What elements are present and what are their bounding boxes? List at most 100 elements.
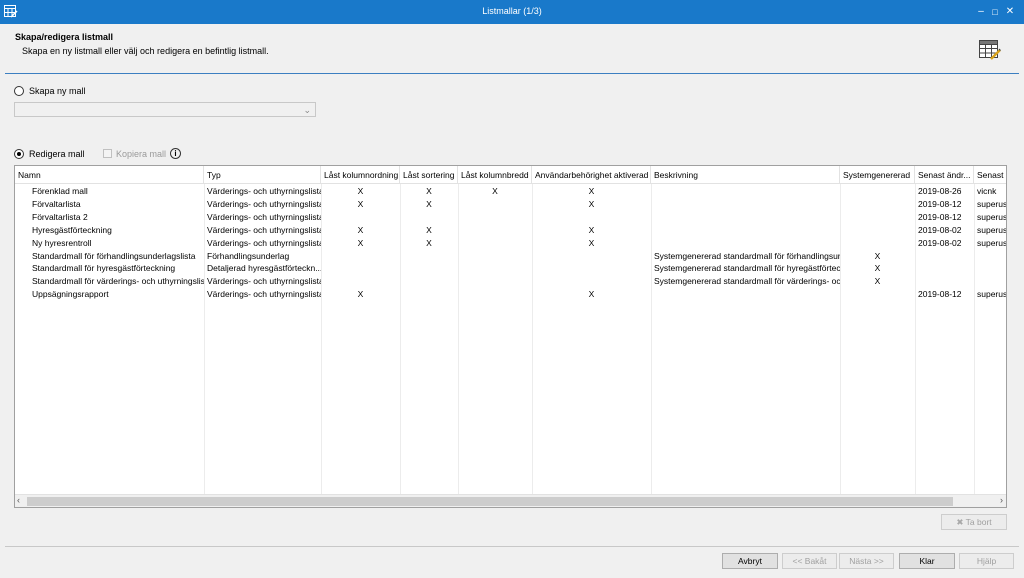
cell-locked-order bbox=[321, 262, 400, 275]
copy-template-checkbox[interactable] bbox=[103, 149, 112, 158]
finish-button[interactable]: Klar bbox=[899, 553, 955, 569]
table-row[interactable]: Standardmall för hyresgästförteckning Det… bbox=[15, 262, 1006, 275]
cell-locked-order bbox=[321, 275, 400, 288]
column-header-system-generated[interactable]: Systemgenererad bbox=[840, 166, 915, 184]
help-button[interactable]: Hjälp bbox=[959, 553, 1014, 569]
cell-user-permission bbox=[532, 211, 651, 224]
template-grid[interactable]: Namn Typ Låst kolumnordning Låst sorteri… bbox=[14, 165, 1007, 508]
create-new-label[interactable]: Skapa ny mall bbox=[29, 86, 86, 96]
cell-locked-width bbox=[458, 288, 532, 301]
cell-system-generated bbox=[840, 211, 915, 224]
cell-last-changed-by: vicnk bbox=[977, 186, 997, 196]
cell-locked-sort: X bbox=[426, 186, 432, 196]
scroll-left-icon[interactable]: ‹ bbox=[17, 495, 20, 505]
cell-name: Uppsägningsrapport bbox=[32, 289, 109, 300]
column-header-locked-sort[interactable]: Låst sortering bbox=[400, 166, 458, 184]
edit-template-label[interactable]: Redigera mall bbox=[29, 149, 85, 159]
cell-description bbox=[651, 237, 840, 250]
cell-locked-sort bbox=[400, 250, 458, 263]
cell-description bbox=[651, 224, 840, 237]
cell-locked-sort: X bbox=[426, 237, 432, 248]
copy-template-label[interactable]: Kopiera mall bbox=[116, 149, 166, 159]
cell-last-changed: 2019-08-12 bbox=[918, 198, 962, 209]
cell-user-permission bbox=[532, 250, 651, 263]
template-combo[interactable]: ⌄ bbox=[14, 102, 316, 117]
column-header-last-changed[interactable]: Senast ändr... bbox=[915, 166, 974, 184]
cell-user-permission bbox=[532, 262, 651, 275]
cell-last-changed-by: superuse bbox=[977, 237, 1007, 248]
column-header-description[interactable]: Beskrivning bbox=[651, 166, 840, 184]
table-row[interactable]: Uppsägningsrapport Värderings- och uthyrn… bbox=[15, 288, 1006, 301]
cell-system-generated: X bbox=[874, 250, 881, 261]
chevron-down-icon[interactable]: ⌄ bbox=[303, 105, 311, 116]
cell-locked-width bbox=[458, 275, 532, 288]
column-header-user-permission[interactable]: Användarbehörighet aktiverad bbox=[532, 166, 651, 184]
delete-button[interactable]: ✖ Ta bort bbox=[941, 514, 1007, 530]
table-row[interactable]: Hyresgästförteckning Värderings- och uthy… bbox=[15, 224, 1007, 237]
grid-header: Namn Typ Låst kolumnordning Låst sorteri… bbox=[15, 166, 1006, 184]
scrollbar-thumb[interactable] bbox=[27, 497, 953, 506]
cell-user-permission: X bbox=[588, 237, 595, 248]
back-button[interactable]: << Bakåt bbox=[782, 553, 837, 569]
table-row[interactable]: Förenklad mall Värderings- och uthyrnings… bbox=[15, 185, 1006, 198]
scroll-right-icon[interactable]: › bbox=[1000, 495, 1003, 505]
cancel-button[interactable]: Avbryt bbox=[722, 553, 778, 569]
cell-last-changed-by: superuse bbox=[977, 198, 1007, 209]
cell-last-changed: 2019-08-12 bbox=[918, 211, 962, 222]
cell-last-changed: 2019-08-02 bbox=[918, 237, 962, 248]
cell-last-changed bbox=[915, 250, 974, 263]
cell-locked-width bbox=[458, 211, 532, 224]
column-header-name[interactable]: Namn bbox=[15, 166, 204, 184]
cell-locked-sort bbox=[400, 211, 458, 224]
cell-name: Standardmall för förhandlingsunderlagsli… bbox=[32, 250, 196, 261]
column-header-last-changed-by[interactable]: Senast ä bbox=[974, 166, 1006, 184]
table-row[interactable]: Standardmall för förhandlingsunderlagsli… bbox=[15, 250, 1006, 263]
cell-locked-sort: X bbox=[426, 198, 432, 209]
info-icon[interactable]: i bbox=[170, 148, 181, 159]
table-row[interactable]: Förvaltarlista 2 Värderings- och uthyrnin… bbox=[15, 211, 1006, 224]
cell-description: Systemgenererad standardmall för hyregäs… bbox=[654, 263, 840, 274]
minimize-button[interactable]: – bbox=[974, 4, 988, 20]
maximize-button[interactable]: □ bbox=[988, 4, 1002, 20]
cell-name: Hyresgästförteckning bbox=[32, 224, 112, 235]
cell-system-generated: X bbox=[874, 263, 881, 274]
close-button[interactable]: ✕ bbox=[1003, 4, 1017, 20]
column-header-locked-width[interactable]: Låst kolumnbredd bbox=[458, 166, 532, 184]
cell-locked-sort bbox=[400, 288, 458, 301]
create-new-radio[interactable] bbox=[14, 86, 24, 96]
cell-last-changed-by bbox=[974, 262, 1006, 275]
cell-description: Systemgenererad standardmall för förhand… bbox=[654, 250, 840, 261]
cell-last-changed-by bbox=[974, 250, 1006, 263]
cell-last-changed-by bbox=[974, 275, 1006, 288]
cell-type: Förhandlingsunderlag bbox=[207, 250, 290, 261]
horizontal-scrollbar[interactable]: ‹ › bbox=[15, 494, 1006, 507]
next-button[interactable]: Nästa >> bbox=[839, 553, 894, 569]
cell-last-changed bbox=[915, 262, 974, 275]
cell-locked-order: X bbox=[357, 186, 364, 196]
cell-locked-order: X bbox=[357, 198, 364, 209]
column-header-type[interactable]: Typ bbox=[204, 166, 321, 184]
table-row[interactable]: Förvaltarlista Värderings- och uthyrnings… bbox=[15, 198, 1007, 211]
cell-locked-width bbox=[458, 250, 532, 263]
edit-template-radio[interactable] bbox=[14, 149, 24, 159]
cell-system-generated: X bbox=[874, 276, 881, 287]
cell-system-generated bbox=[840, 185, 915, 198]
cell-name: Standardmall för hyresgästförteckning bbox=[32, 263, 176, 274]
footer-divider bbox=[5, 546, 1019, 547]
cell-name: Ny hyresrentroll bbox=[32, 237, 92, 248]
table-row[interactable]: Ny hyresrentroll Värderings- och uthyrnin… bbox=[15, 237, 1007, 250]
cell-user-permission: X bbox=[588, 224, 595, 235]
cell-system-generated bbox=[840, 237, 915, 250]
cell-last-changed: 2019-08-26 bbox=[918, 186, 962, 196]
cell-type: Värderings- och uthyrningslista bbox=[207, 186, 321, 196]
delete-icon: ✖ bbox=[956, 517, 964, 527]
column-header-locked-order[interactable]: Låst kolumnordning bbox=[321, 166, 400, 184]
cell-name: Förvaltarlista bbox=[32, 198, 81, 209]
cell-last-changed-by: superuse bbox=[977, 224, 1007, 235]
cell-description: Systemgenererad standardmall för värderi… bbox=[654, 276, 840, 287]
cell-description bbox=[651, 185, 840, 198]
window-title: Listmallar (1/3) bbox=[482, 6, 542, 16]
table-row[interactable]: Standardmall för värderings- och uthyrni… bbox=[15, 275, 1006, 288]
cell-system-generated bbox=[840, 224, 915, 237]
cell-locked-width bbox=[458, 198, 532, 211]
